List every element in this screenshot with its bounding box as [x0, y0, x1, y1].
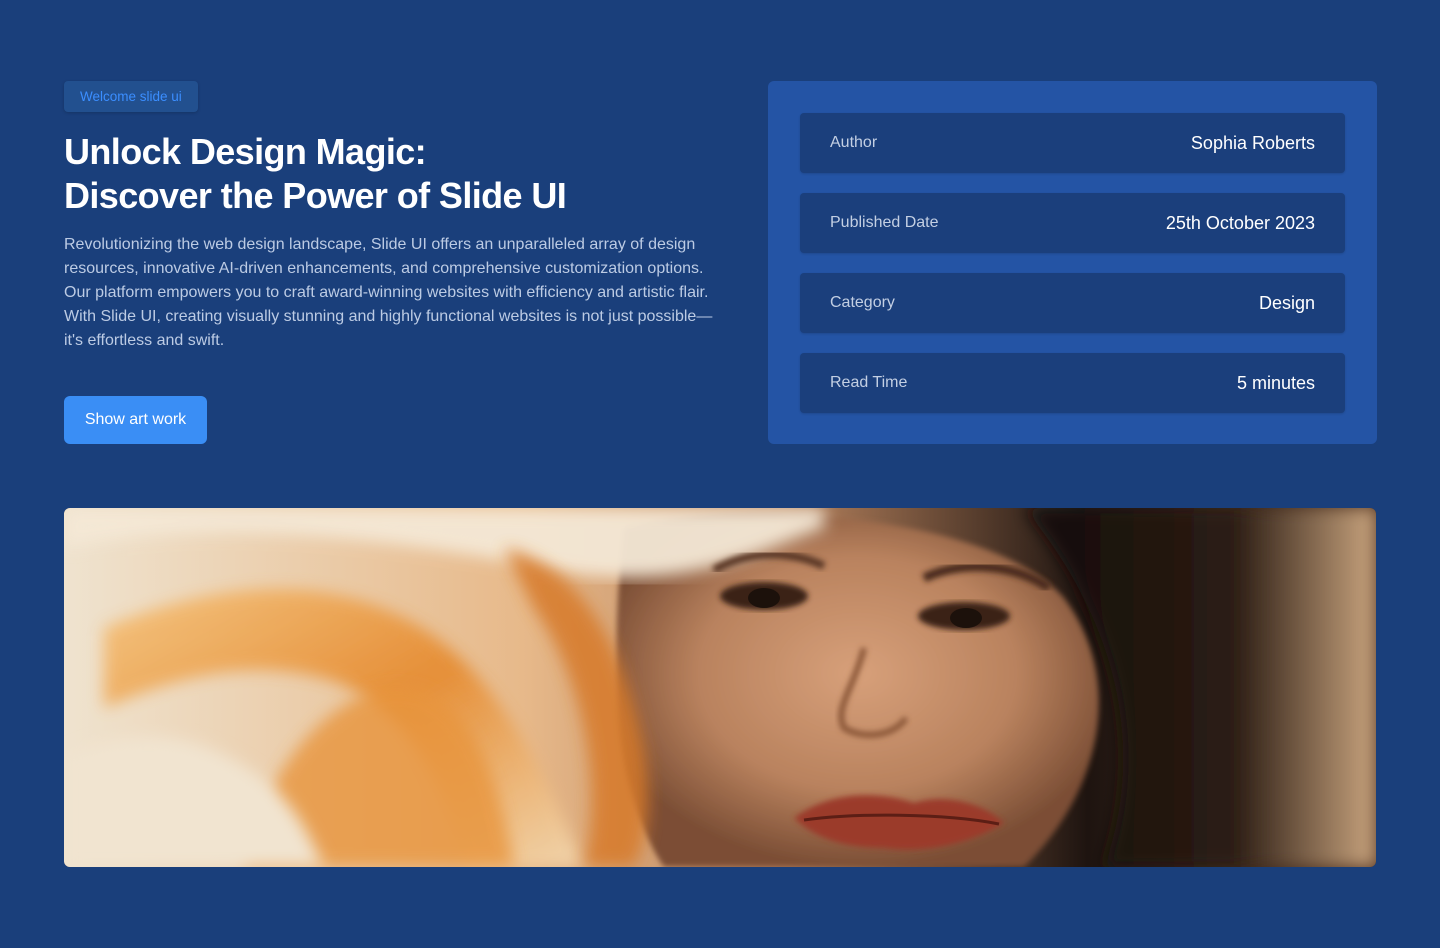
- detail-value: Sophia Roberts: [1190, 132, 1315, 153]
- page-title: Unlock Design Magic: Discover the Power …: [64, 130, 764, 218]
- details-panel: Author Sophia Roberts Published Date 25t…: [768, 81, 1377, 444]
- detail-row-author: Author Sophia Roberts: [800, 113, 1345, 173]
- show-art-work-button[interactable]: Show art work: [64, 396, 207, 444]
- detail-label: Published Date: [830, 214, 939, 231]
- hero-artwork-image: [64, 508, 1376, 867]
- page-title-line-2: Discover the Power of Slide UI: [64, 175, 567, 216]
- detail-value: Design: [1258, 292, 1315, 313]
- detail-value: 25th October 2023: [1165, 212, 1315, 233]
- page-description: Revolutionizing the web design landscape…: [64, 236, 713, 349]
- detail-row-read-time: Read Time 5 minutes: [800, 353, 1345, 413]
- detail-row-published-date: Published Date 25th October 2023: [800, 193, 1345, 253]
- detail-value: 5 minutes: [1236, 372, 1315, 393]
- detail-row-category: Category Design: [800, 273, 1345, 333]
- welcome-badge: Welcome slide ui: [64, 81, 198, 112]
- detail-label: Read Time: [830, 374, 908, 391]
- artwork-illustration: [64, 508, 1376, 867]
- detail-label: Author: [830, 134, 878, 151]
- page-title-line-1: Unlock Design Magic:: [64, 131, 427, 172]
- detail-label: Category: [830, 294, 895, 311]
